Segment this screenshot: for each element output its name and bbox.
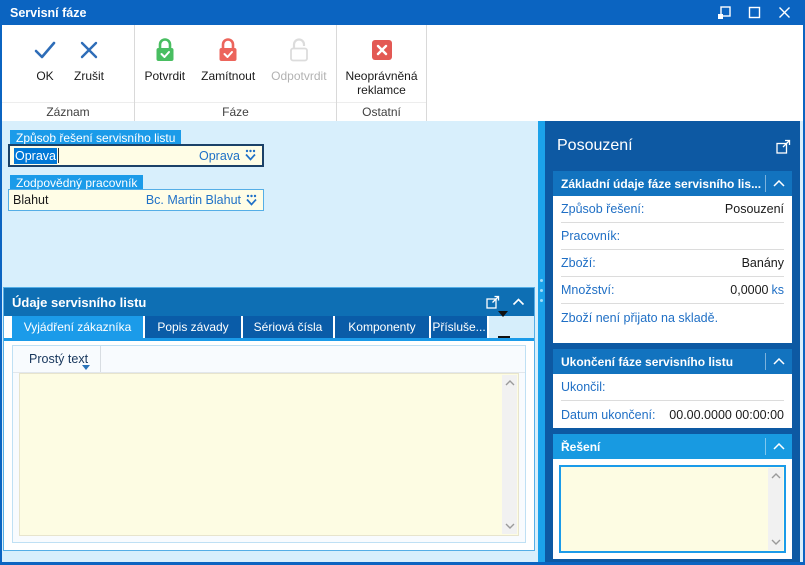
tab-prislusenstvi[interactable]: Přísluše...: [431, 316, 487, 338]
popout-icon[interactable]: [486, 295, 500, 309]
lock-open-gray-icon: [287, 33, 311, 67]
solution-editor[interactable]: [559, 465, 786, 553]
cancel-button[interactable]: Zrušit: [66, 33, 112, 102]
ribbon-group-ostatni: Neoprávněná reklamce Ostatní: [337, 25, 427, 121]
ribbon-group-faze: Potvrdit Zamítnout Odpotvrdit Fáze: [135, 25, 337, 121]
customer-statement-editor[interactable]: [19, 373, 519, 536]
phase-end-card: Ukončení fáze servisního listu Ukončil: …: [553, 349, 792, 428]
pane-splitter[interactable]: [538, 121, 545, 562]
row-datum-ukonceni: Datum ukončení: 00.00.0000 00:00:00: [561, 407, 784, 422]
combo-dropdown-icon[interactable]: [244, 194, 259, 207]
confirm-label: Potvrdit: [144, 69, 186, 83]
service-sheet-details-panel: Údaje servisního listu Vyjádření zákazní…: [3, 287, 535, 551]
maximize-icon: [748, 6, 761, 19]
dialog-content: Způsob řešení servisního listu Oprava Op…: [2, 121, 803, 562]
maximize-button[interactable]: [739, 2, 769, 24]
lock-check-red-icon: [216, 33, 240, 67]
solution-editor-scrollbar[interactable]: [768, 468, 783, 550]
unauthorized-claim-button[interactable]: Neoprávněná reklamce: [337, 33, 426, 102]
row-pracovnik: Pracovník:: [561, 223, 784, 250]
ribbon-group-zaznam: OK Zrušit Záznam: [2, 25, 135, 121]
text-caret: [58, 148, 59, 163]
worker-display-value: Bc. Martin Blahut: [145, 193, 241, 207]
scroll-down-icon[interactable]: [768, 534, 783, 550]
tab-strip-filler: [489, 310, 534, 340]
solution-header[interactable]: Řešení: [553, 434, 792, 459]
solution-input-selected-text: Oprava: [14, 147, 57, 164]
popout-window-icon: [717, 5, 731, 20]
sidebar-header: Posouzení: [553, 121, 792, 171]
red-square-x-icon: [371, 33, 393, 67]
more-tabs-icon: [498, 310, 510, 338]
close-button[interactable]: [769, 2, 799, 24]
details-panel-header: Údaje servisního listu: [4, 288, 534, 316]
unconfirm-button: Odpotvrdit: [263, 33, 334, 102]
unauthorized-claim-label: Neoprávněná reklamce: [345, 69, 418, 97]
reject-label: Zamítnout: [201, 69, 256, 83]
tab-vyjadreni-zakaznika[interactable]: Vyjádření zákazníka: [12, 316, 143, 338]
row-zpusob-reseni: Způsob řešení: Posouzení: [561, 196, 784, 223]
collapse-chevron-up-icon[interactable]: [765, 353, 792, 370]
row-ukoncil: Ukončil:: [561, 374, 784, 401]
tab-page-body: Prostý text: [4, 341, 534, 550]
scroll-up-icon[interactable]: [768, 468, 783, 484]
tab-popis-zavady[interactable]: Popis závady: [145, 316, 241, 338]
titlebar: Servisní fáze: [0, 0, 805, 25]
customer-statement-page: Prostý text: [12, 345, 526, 543]
confirm-button[interactable]: Potvrdit: [136, 33, 193, 102]
worker-combo-input[interactable]: Blahut Bc. Martin Blahut: [8, 189, 264, 211]
group-caption-faze: Fáze: [135, 102, 336, 121]
group-caption-zaznam: Záznam: [2, 102, 134, 121]
unconfirm-label: Odpotvrdit: [271, 69, 327, 83]
tab-seriova-cisla[interactable]: Sériová čísla: [243, 316, 333, 338]
ok-label: OK: [36, 69, 54, 83]
section-title: Základní údaje fáze servisního lis...: [561, 176, 762, 191]
ok-button[interactable]: OK: [24, 33, 66, 102]
reject-button[interactable]: Zamítnout: [193, 33, 263, 102]
basic-phase-data-header[interactable]: Základní údaje fáze servisního lis...: [553, 171, 792, 196]
collapse-chevron-up-icon[interactable]: [765, 175, 792, 192]
section-title: Řešení: [561, 439, 601, 454]
phase-end-header[interactable]: Ukončení fáze servisního listu: [553, 349, 792, 374]
editor-scrollbar[interactable]: [502, 375, 517, 534]
row-zbozi: Zboží: Banány: [561, 250, 784, 277]
worker-input-text: Blahut: [13, 193, 49, 207]
basic-phase-data-card: Základní údaje fáze servisního lis... Zp…: [553, 171, 792, 343]
solution-combo-input[interactable]: Oprava Oprava: [8, 144, 264, 167]
close-icon: [778, 6, 791, 19]
subtab-strip: Prostý text: [13, 346, 525, 373]
more-tabs-button[interactable]: [495, 310, 513, 340]
details-tab-strip: Vyjádření zákazníka Popis závady Sériová…: [4, 310, 534, 340]
solution-card: Řešení: [553, 434, 792, 559]
lock-check-green-icon: [153, 33, 177, 67]
tab-komponenty[interactable]: Komponenty: [335, 316, 429, 338]
subtab-label: Prostý text: [29, 352, 89, 366]
subtab-dropdown-icon: [82, 365, 91, 370]
window-title: Servisní fáze: [10, 5, 87, 20]
sidebar-title: Posouzení: [557, 137, 633, 154]
section-title: Ukončení fáze servisního listu: [561, 354, 734, 369]
popout-icon[interactable]: [776, 139, 791, 154]
left-pane: Způsob řešení servisního listu Oprava Op…: [2, 121, 536, 562]
dialog-window: Servisní fáze OK Zrušit Záznam Potvrdit …: [0, 0, 805, 565]
solution-display-value: Oprava: [199, 148, 240, 163]
group-caption-ostatni: Ostatní: [337, 102, 426, 121]
popout-window-button[interactable]: [709, 2, 739, 24]
x-icon: [78, 33, 100, 67]
row-stock-note: Zboží není přijato na skladě.: [561, 310, 719, 325]
scroll-down-icon[interactable]: [502, 518, 517, 534]
collapse-chevron-up-icon[interactable]: [765, 438, 792, 455]
assessment-sidebar: Posouzení Základní údaje fáze servisního…: [545, 121, 800, 562]
scroll-up-icon[interactable]: [502, 375, 517, 391]
check-icon: [32, 33, 58, 67]
row-mnozstvi: Množství: 0,0000 ks: [561, 277, 784, 304]
cancel-label: Zrušit: [74, 69, 104, 83]
subtab-prosty-text[interactable]: Prostý text: [21, 346, 102, 372]
combo-dropdown-icon[interactable]: [243, 149, 258, 162]
collapse-chevron-up-icon[interactable]: [512, 298, 525, 306]
ribbon-toolbar: OK Zrušit Záznam Potvrdit Zamítnout Odpo…: [2, 25, 803, 121]
ribbon-filler: [427, 25, 803, 121]
details-panel-title: Údaje servisního listu: [12, 294, 147, 310]
